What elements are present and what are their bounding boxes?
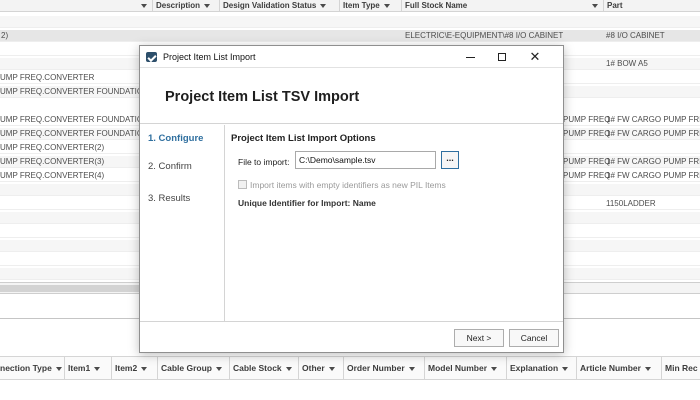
configure-panel: Project Item List Import Options File to… xyxy=(226,125,563,321)
dialog-heading: Project Item List TSV Import xyxy=(165,89,360,105)
empty-identifiers-option: Import items with empty identifiers as n… xyxy=(238,180,446,190)
cancel-button[interactable]: Cancel xyxy=(509,329,559,347)
app-logo-icon xyxy=(146,52,157,62)
step-confirm[interactable]: 2. Confirm xyxy=(148,161,192,172)
dialog-header: Project Item List TSV Import xyxy=(140,68,563,124)
close-button[interactable]: ✕ xyxy=(521,46,549,68)
step-results[interactable]: 3. Results xyxy=(148,193,190,204)
dialog-footer: Next > Cancel xyxy=(140,321,563,352)
maximize-button[interactable] xyxy=(488,46,516,68)
wizard-steps: 1. Configure 2. Confirm 3. Results xyxy=(140,125,225,321)
import-dialog: Project Item List Import ✕ Project Item … xyxy=(139,45,564,353)
minimize-icon xyxy=(465,56,475,58)
browse-button[interactable]: ... xyxy=(441,151,459,169)
file-path-input[interactable] xyxy=(295,151,436,169)
dialog-titlebar[interactable]: Project Item List Import ✕ xyxy=(140,46,563,68)
minimize-button[interactable] xyxy=(456,46,484,68)
close-icon: ✕ xyxy=(529,49,541,64)
maximize-icon xyxy=(498,53,506,62)
section-title: Project Item List Import Options xyxy=(231,133,376,144)
window-title: Project Item List Import xyxy=(163,52,256,62)
empty-identifiers-checkbox[interactable] xyxy=(238,180,247,189)
checkbox-label: Import items with empty identifiers as n… xyxy=(250,180,446,190)
unique-identifier-label: Unique Identifier for Import: Name xyxy=(238,198,376,208)
step-configure[interactable]: 1. Configure xyxy=(148,133,203,144)
file-label: File to import: xyxy=(238,157,290,167)
next-button[interactable]: Next > xyxy=(454,329,504,347)
